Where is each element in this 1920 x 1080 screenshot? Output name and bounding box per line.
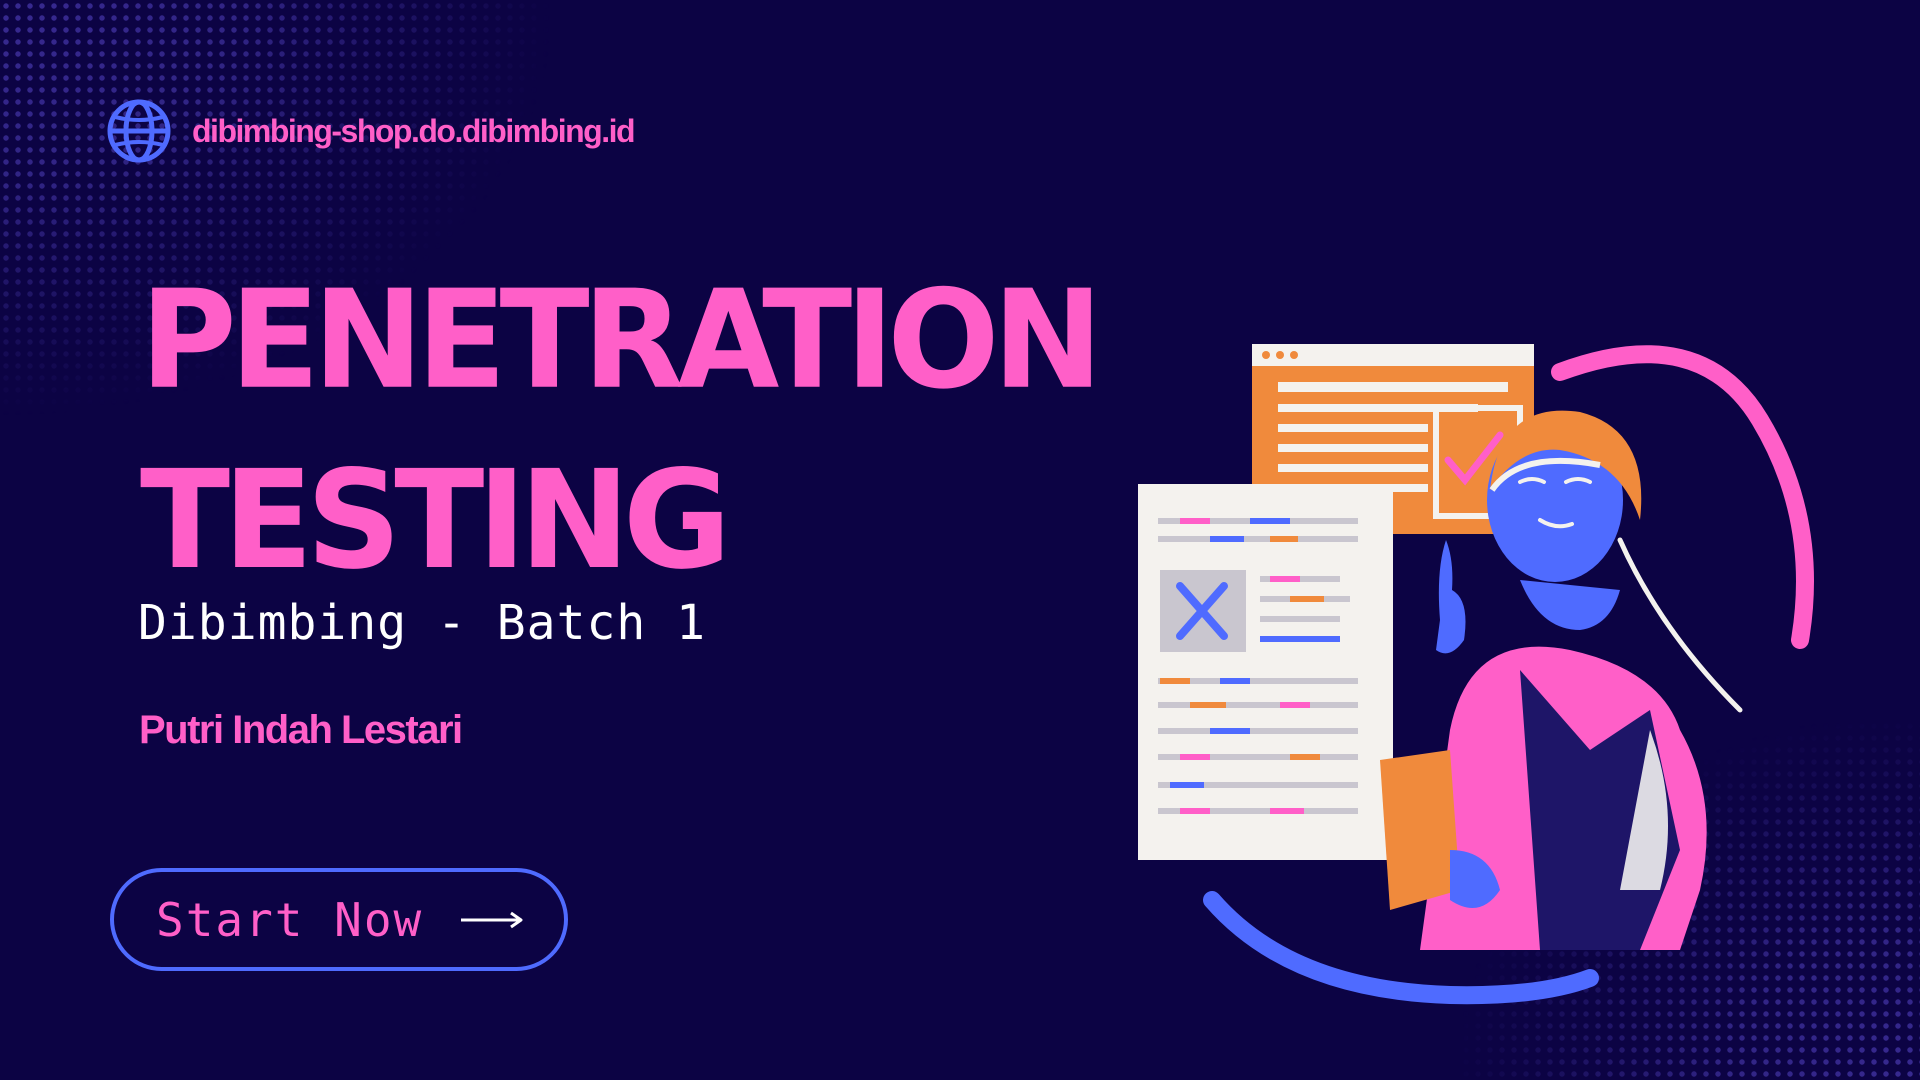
document-page	[1138, 484, 1393, 860]
start-now-button[interactable]: Start Now	[110, 868, 568, 971]
website-link[interactable]: dibimbing-shop.do.dibimbing.id	[106, 96, 636, 166]
page-title: PENETRATION TESTING	[140, 251, 1103, 612]
start-now-label: Start Now	[156, 892, 424, 947]
woman-with-documents-illustration	[1138, 344, 1814, 1005]
author-name: Putri Indah Lestari	[139, 708, 463, 752]
subtitle: Dibimbing - Batch 1	[138, 595, 707, 651]
website-url[interactable]: dibimbing-shop.do.dibimbing.id	[192, 113, 636, 150]
title-line-2: TESTING	[140, 441, 731, 600]
title-line-1: PENETRATION	[140, 261, 1103, 420]
arrow-right-icon	[461, 911, 523, 928]
globe-icon	[107, 99, 171, 163]
